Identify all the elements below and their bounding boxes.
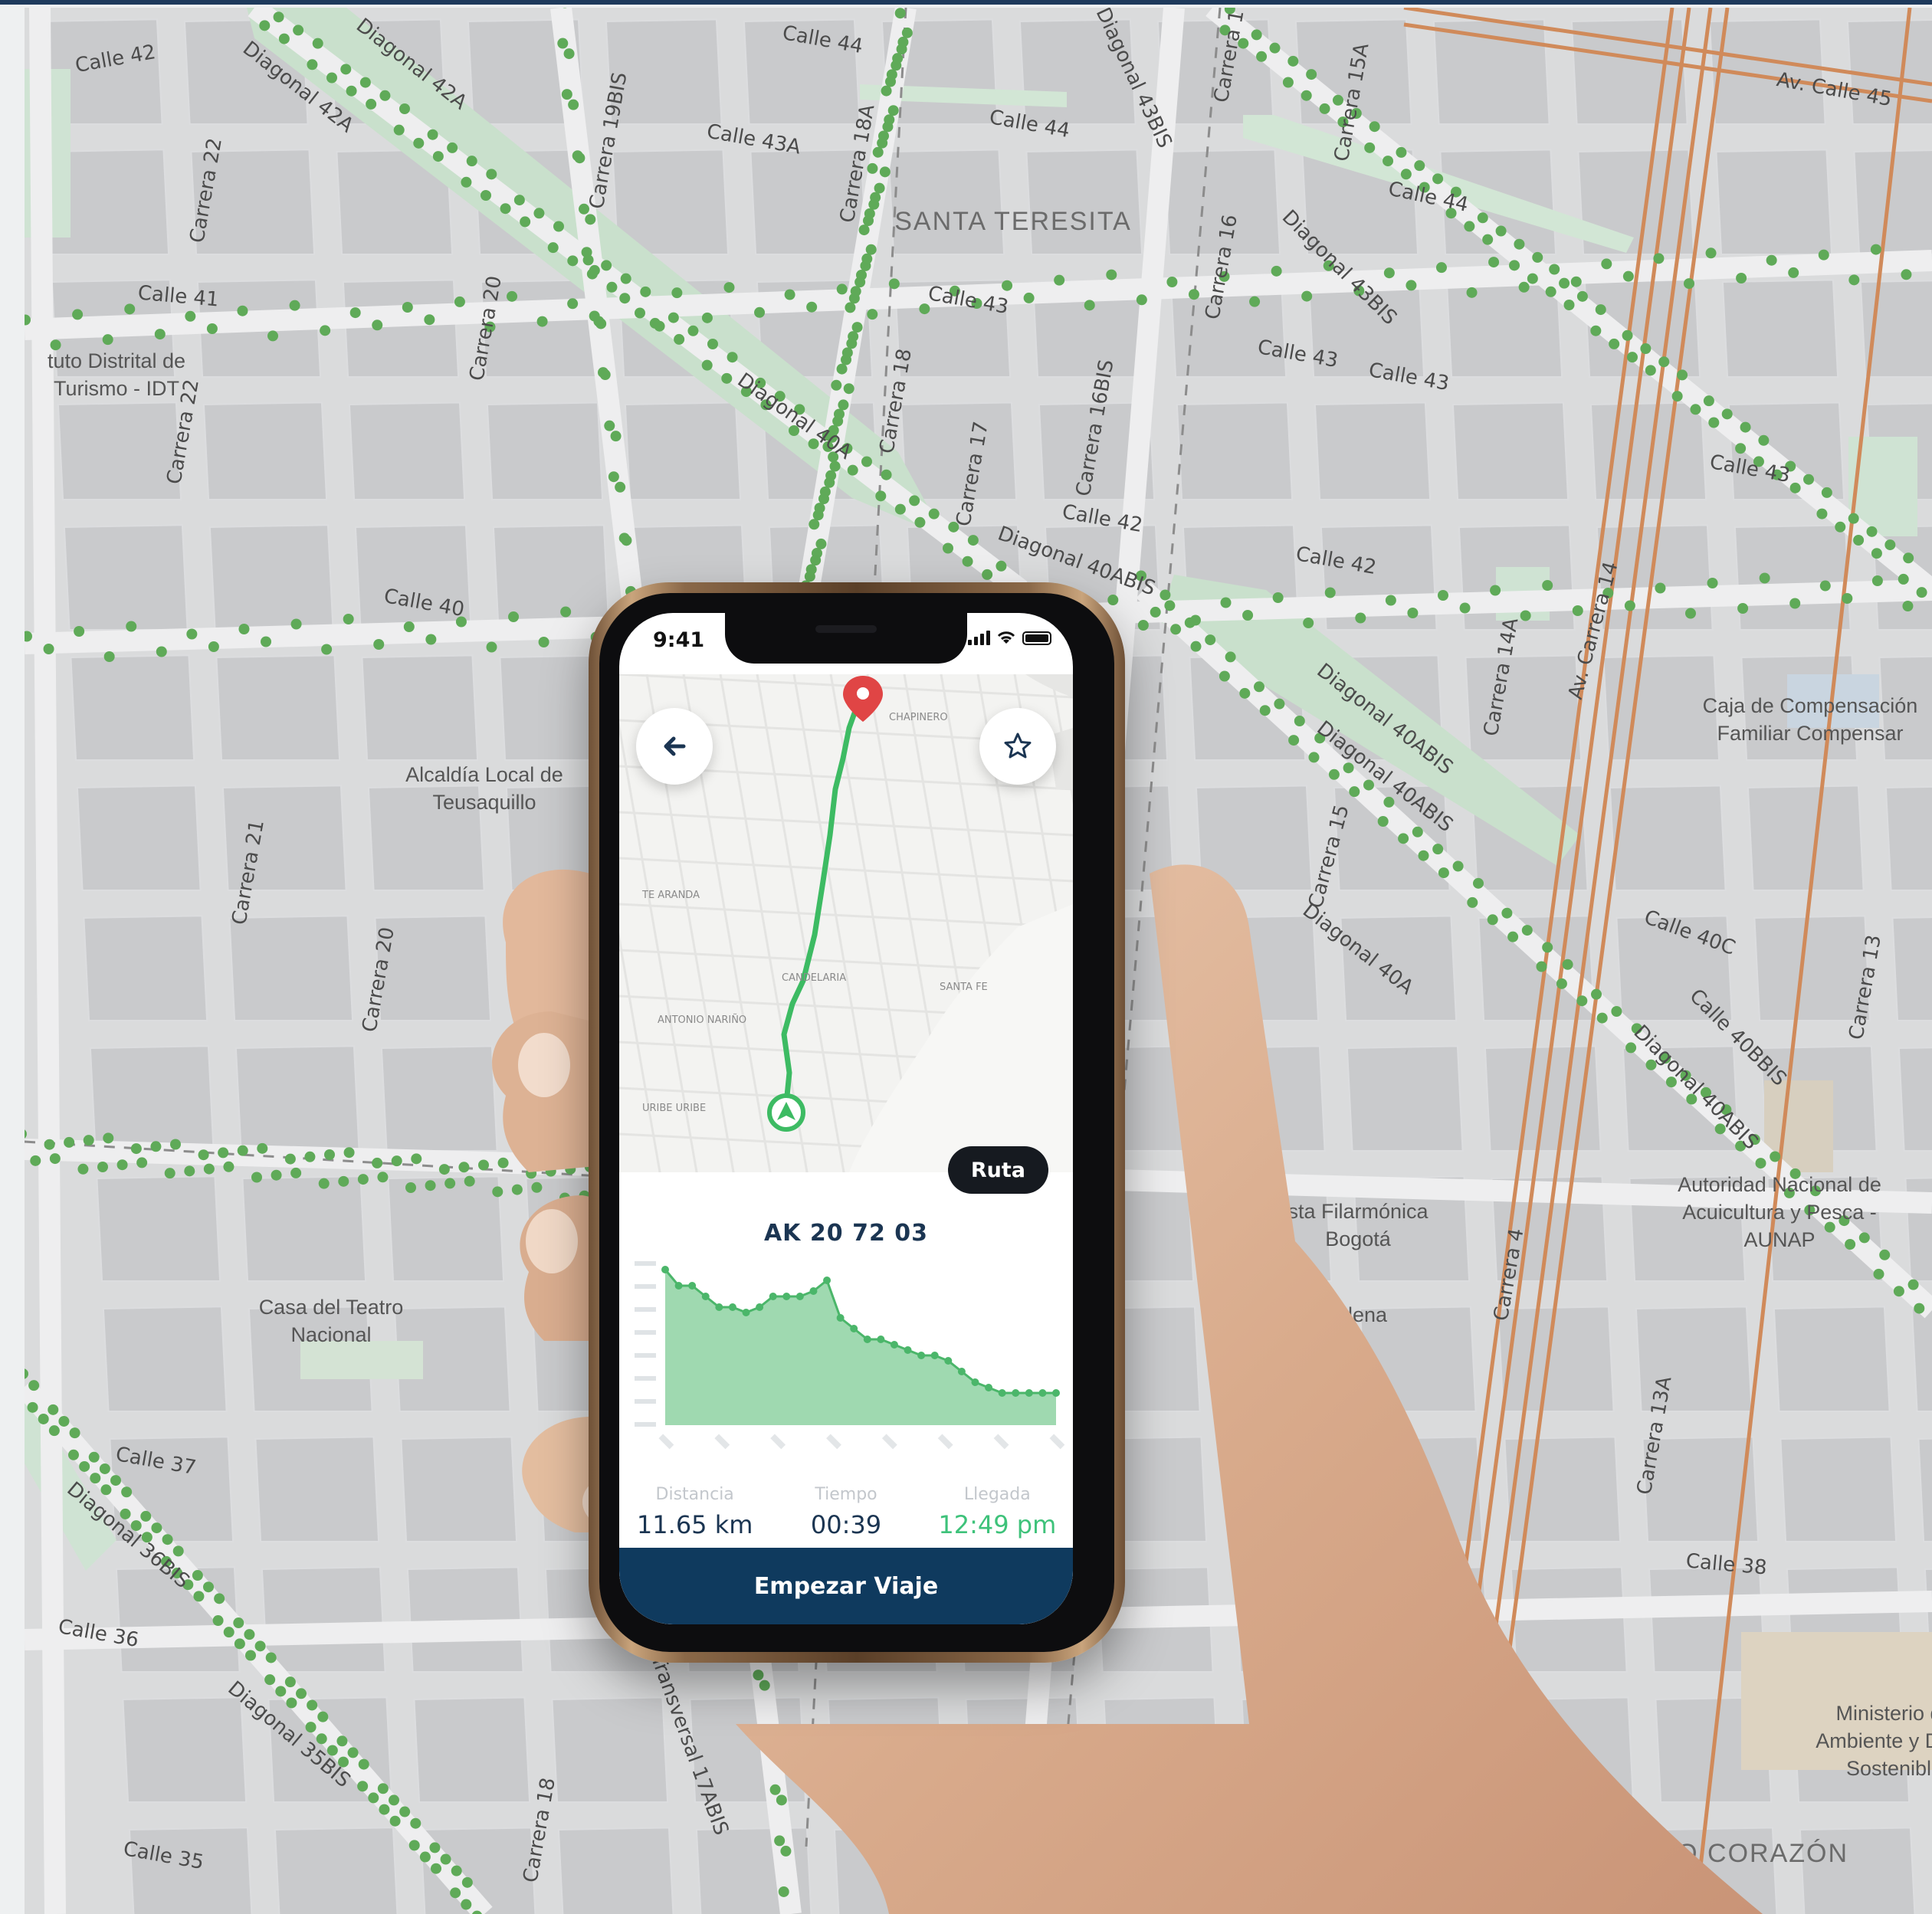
district-label: SANTA TERESITA [894, 207, 1132, 236]
y-tick-label [635, 1307, 656, 1312]
route-panel: Ruta AK 20 72 03 Distancia 11.65 km Tiem… [619, 1146, 1073, 1624]
arrow-left-icon [664, 736, 686, 756]
distance-stat: Distancia 11.65 km [620, 1485, 769, 1539]
x-tick-label [937, 1434, 953, 1450]
time-label: Tiempo [815, 1485, 877, 1504]
poi-label: Nacional [290, 1323, 371, 1346]
elevation-point [944, 1357, 953, 1365]
elevation-point [998, 1389, 1006, 1397]
route-tab[interactable]: Ruta [947, 1146, 1048, 1194]
poi-label: Ministerio de [1835, 1702, 1932, 1725]
elevation-point [661, 1266, 669, 1273]
app-screenshot: Calle 42 Diagonal 42A Diagonal 42A Carrera … [0, 0, 1932, 1914]
distance-label: Distancia [655, 1485, 734, 1504]
elevation-point [701, 1293, 710, 1300]
origin-marker[interactable] [767, 1093, 805, 1132]
time-stat: Tiempo 00:39 [771, 1485, 920, 1539]
y-tick-label [635, 1376, 656, 1381]
smartphone: CHAPINERO TE ARANDA CANDELARIA SANTA FE … [589, 582, 1125, 1663]
arrival-value: 12:49 pm [938, 1510, 1057, 1539]
y-tick-label [635, 1353, 656, 1358]
x-tick-label [770, 1434, 786, 1450]
wifi-icon [997, 631, 1015, 644]
star-outline-icon [1004, 732, 1032, 759]
elevation-point [1052, 1389, 1060, 1397]
elevation-point [957, 1368, 966, 1375]
app-screen: CHAPINERO TE ARANDA CANDELARIA SANTA FE … [619, 613, 1073, 1624]
elevation-point [1025, 1389, 1033, 1397]
y-tick-label [635, 1284, 656, 1289]
back-button[interactable] [636, 708, 713, 785]
elevation-point [1012, 1389, 1020, 1397]
battery-icon [1022, 631, 1051, 645]
poi-label: Caja de Compensación [1703, 694, 1918, 717]
elevation-point [836, 1314, 845, 1322]
minimap-label-uribe: URIBE URIBE [642, 1103, 706, 1114]
poi-label: Sostenible [1846, 1757, 1932, 1780]
elevation-point [877, 1336, 885, 1343]
phone-notch [725, 613, 967, 664]
y-tick-label [635, 1261, 656, 1266]
trip-stats: Distancia 11.65 km Tiempo 00:39 Llegada … [619, 1485, 1073, 1539]
elevation-point [809, 1287, 818, 1295]
elevation-point [1038, 1389, 1047, 1397]
elevation-point [971, 1378, 979, 1386]
elevation-point [756, 1303, 764, 1311]
poi-label: Familiar Compensar [1717, 722, 1903, 745]
elevation-point [917, 1352, 926, 1359]
y-tick-label [635, 1330, 656, 1335]
elevation-point [863, 1336, 871, 1343]
poi-label: Casa del Teatro [259, 1296, 404, 1319]
signal-icon [968, 631, 990, 645]
elevation-point [742, 1309, 750, 1316]
poi-label: Ambiente y Desa [1816, 1729, 1932, 1752]
elevation-point [795, 1293, 804, 1300]
elevation-point [715, 1303, 723, 1311]
x-tick-label [826, 1434, 841, 1450]
time-value: 00:39 [810, 1510, 882, 1539]
route-code: AK 20 72 03 [763, 1220, 929, 1247]
elevation-point [782, 1293, 791, 1300]
elevation-point [985, 1384, 993, 1391]
elevation-point [890, 1341, 898, 1349]
y-tick-label [635, 1422, 656, 1427]
poi-label: Teusaquillo [432, 791, 536, 814]
x-tick-label [881, 1434, 897, 1450]
poi-label: Alcaldía Local de [405, 763, 563, 786]
arrival-stat: Llegada 12:49 pm [923, 1485, 1072, 1539]
favorite-button[interactable] [979, 708, 1056, 785]
status-icons [968, 630, 1051, 645]
minimap-label-aranda: TE ARANDA [641, 890, 700, 901]
minimap-label-candelaria: CANDELARIA [782, 972, 846, 984]
minimap-label-santa-fe: SANTA FE [940, 982, 988, 993]
x-tick-label [714, 1434, 730, 1450]
elevation-point [930, 1352, 939, 1359]
status-time: 9:41 [653, 628, 705, 652]
poi-label: Turismo - IDT [54, 377, 179, 400]
y-tick-label [635, 1399, 656, 1404]
elevation-point [728, 1303, 736, 1311]
x-tick-label [993, 1434, 1009, 1450]
elevation-point [769, 1293, 777, 1300]
elevation-point [823, 1277, 832, 1284]
arrival-label: Llegada [963, 1485, 1031, 1504]
top-border [0, 0, 1932, 5]
poi-label: tuto Distrital de [48, 349, 185, 372]
elevation-chart[interactable] [627, 1249, 1065, 1471]
elevation-point [688, 1282, 697, 1290]
distance-value: 11.65 km [636, 1510, 753, 1539]
elevation-point [674, 1282, 683, 1290]
minimap-label-antonio-narino: ANTONIO NARIÑO [658, 1014, 746, 1026]
elevation-point [850, 1325, 858, 1332]
x-tick-label [658, 1434, 674, 1450]
elevation-area [665, 1270, 1056, 1425]
start-trip-button[interactable]: Empezar Viaje [619, 1548, 1073, 1624]
elevation-point [904, 1346, 912, 1354]
x-tick-label [1049, 1434, 1065, 1450]
minimap-label-chapinero: CHAPINERO [889, 712, 948, 723]
